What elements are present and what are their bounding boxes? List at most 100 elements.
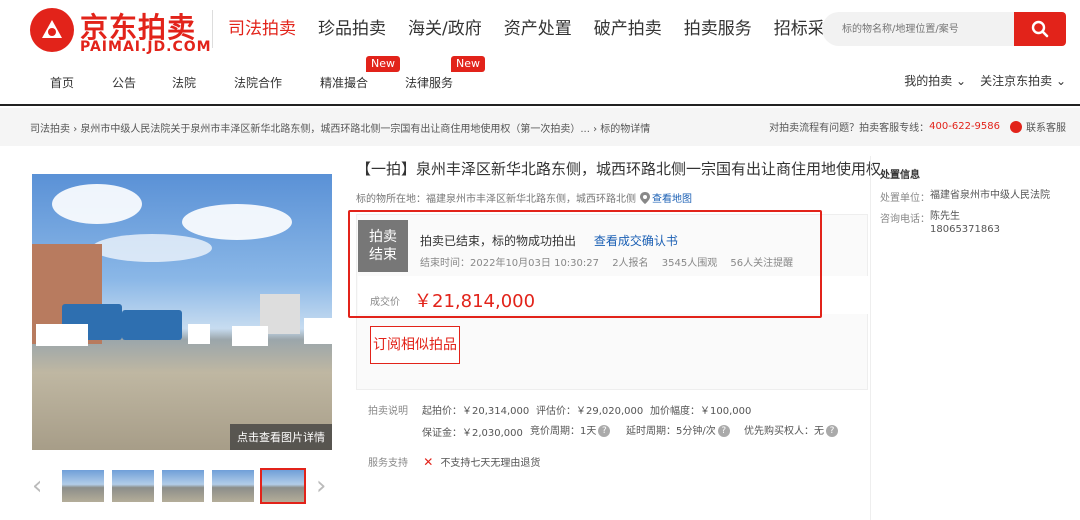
service-note: 不支持七天无理由退货 <box>440 458 541 469</box>
thumbnail[interactable] <box>112 470 154 502</box>
nav-customs-government[interactable]: 海关/政府 <box>408 14 482 44</box>
photo-cloud <box>182 204 292 240</box>
breadcrumb-root[interactable]: 司法拍卖 <box>30 124 70 135</box>
logo-icon <box>30 8 74 52</box>
deposit: 保证金：￥2,030,000 <box>422 428 523 439</box>
contact-phone: 18065371863 <box>930 224 1000 235</box>
nav-divider <box>212 10 213 48</box>
subnav-notice[interactable]: 公告 <box>112 74 136 91</box>
photo-redaction <box>188 324 210 344</box>
terms-label-text: 拍卖说明 <box>368 406 408 417</box>
bid-cycle-text: 竞价周期：1天 <box>530 426 597 437</box>
disposal-info: 处置信息 处置单位： 福建省泉州市中级人民法院 咨询电话： 陈先生 180653… <box>880 166 1060 242</box>
extension-cycle: 延时周期：5分钟/次? <box>626 422 730 437</box>
subnav-home[interactable]: 首页 <box>50 74 74 91</box>
breadcrumb-bar: 司法拍卖 › 泉州市中级人民法院关于泉州市丰泽区新华北路东侧，城西环路北侧一宗国… <box>0 108 1080 146</box>
thumbnail-strip: ‹ › <box>32 468 332 508</box>
user-links: 我的拍卖 ⌄ 关注京东拍卖 ⌄ <box>904 72 1066 89</box>
terms-label: 拍卖说明 <box>368 402 408 417</box>
bid-increment: 加价幅度：￥100,000 <box>650 406 752 417</box>
chevron-left-icon[interactable]: ‹ <box>32 472 42 500</box>
breadcrumb-current: 标的物详情 <box>600 124 651 135</box>
chevron-right-icon[interactable]: › <box>316 472 326 500</box>
help-icon[interactable]: ? <box>826 425 838 437</box>
appraisal-price: 评估价：￥29,020,000 <box>536 406 644 417</box>
my-auction-dropdown[interactable]: 我的拍卖 ⌄ <box>904 72 966 89</box>
contact-value: 陈先生 18065371863 <box>930 210 1050 236</box>
lot-title: 【一拍】泉州丰泽区新华北路东侧，城西环路北侧一宗国有出让商住用地使用权 <box>356 160 882 178</box>
disposal-head: 处置信息 <box>880 170 920 181</box>
subnav-precise-matching-label: 精准撮合 <box>320 76 369 90</box>
highlight-box <box>348 210 822 318</box>
contact-service-label: 联系客服 <box>1026 123 1066 134</box>
nav-asset-disposal[interactable]: 资产处置 <box>504 14 572 44</box>
photo-detail-caption[interactable]: 点击查看图片详情 <box>230 424 332 450</box>
disposal-unit-value: 福建省泉州市中级人民法院 <box>930 190 1050 201</box>
sidebar-divider <box>870 156 871 520</box>
follow-label: 关注京东拍卖 <box>980 74 1053 88</box>
chevron-down-icon: ⌄ <box>956 74 967 88</box>
breadcrumb-item[interactable]: 泉州市中级人民法院关于泉州市丰泽区新华北路东侧，城西环路北侧一宗国有出让商住用地… <box>80 124 590 135</box>
search-button[interactable] <box>1014 12 1066 46</box>
breadcrumb: 司法拍卖 › 泉州市中级人民法院关于泉州市丰泽区新华北路东侧，城西环路北侧一宗国… <box>30 120 650 135</box>
service-support: 服务支持 ✕ 不支持七天无理由退货 <box>368 454 540 469</box>
view-map-label: 查看地图 <box>652 194 692 205</box>
customer-service-info: 对拍卖流程有问题？拍卖客服专线： 400-622-9586 联系客服 <box>769 119 1066 134</box>
chevron-down-icon: ⌄ <box>1055 74 1066 88</box>
priority-buyer-text: 优先购买权人：无 <box>744 426 824 437</box>
site-header: 京东拍卖 PAIMAI.JD.COM 司法拍卖 珍品拍卖 海关/政府 资产处置 … <box>0 0 1080 106</box>
subnav-court[interactable]: 法院 <box>172 74 196 91</box>
photo-cloud <box>52 184 142 224</box>
subnav-court-cooperation[interactable]: 法院合作 <box>234 74 282 91</box>
thumbnail[interactable] <box>212 470 254 502</box>
photo-bus <box>122 310 182 340</box>
thumbnail[interactable] <box>162 470 204 502</box>
customer-service-icon <box>1010 120 1022 133</box>
search-icon <box>1031 20 1049 38</box>
sub-nav: 首页 公告 法院 法院合作 精准撮合 New 法律服务 New 我的拍卖 ⌄ 关… <box>0 56 1080 102</box>
service-label: 服务支持 <box>368 458 408 469</box>
location-value: 福建泉州市丰泽区新华北路东侧，城西环路北侧 <box>426 194 636 205</box>
priority-buyer: 优先购买权人：无? <box>744 422 838 437</box>
lot-location: 标的物所在地： 福建泉州市丰泽区新华北路东侧，城西环路北侧 查看地图 <box>356 190 692 205</box>
subnav-precise-matching[interactable]: 精准撮合 New <box>320 56 400 91</box>
logo-text-en: PAIMAI.JD.COM <box>80 39 212 55</box>
jd-paimai-logo[interactable]: 京东拍卖 PAIMAI.JD.COM <box>30 6 211 55</box>
main-photo[interactable]: 点击查看图片详情 <box>32 174 332 450</box>
help-icon[interactable]: ? <box>717 425 730 437</box>
location-label: 标的物所在地： <box>356 194 426 205</box>
bid-cycle: 竞价周期：1天? <box>530 422 611 437</box>
thumbnail-selected[interactable] <box>260 468 306 504</box>
nav-bankruptcy-auction[interactable]: 破产拍卖 <box>594 14 662 44</box>
close-icon: ✕ <box>423 455 434 469</box>
nav-auction-service[interactable]: 拍卖服务 <box>684 14 752 44</box>
search-input[interactable] <box>822 12 1022 46</box>
map-pin-icon <box>640 191 650 204</box>
contact-row: 咨询电话： 陈先生 18065371863 <box>880 210 1060 236</box>
new-badge: New <box>366 56 400 72</box>
disposal-unit-row: 处置单位： 福建省泉州市中级人民法院 <box>880 189 1060 204</box>
extension-cycle-text: 延时周期：5分钟/次 <box>626 426 716 437</box>
thumbnail[interactable] <box>62 470 104 502</box>
disposal-unit-label: 处置单位： <box>880 193 930 204</box>
hotline-number: 400-622-9586 <box>929 121 1000 132</box>
contact-service-link[interactable]: 联系客服 <box>1010 119 1066 134</box>
subnav-legal-service[interactable]: 法律服务 New <box>405 56 485 91</box>
start-price: 起拍价：￥20,314,000 <box>422 406 530 417</box>
nav-treasure-auction[interactable]: 珍品拍卖 <box>318 14 386 44</box>
main-nav: 司法拍卖 珍品拍卖 海关/政府 资产处置 破产拍卖 拍卖服务 招标采购 <box>212 10 864 48</box>
photo-redaction <box>232 326 268 346</box>
contact-name: 陈先生 <box>930 211 960 222</box>
help-icon[interactable]: ? <box>598 425 611 437</box>
subscribe-similar-button[interactable]: 订阅相似拍品 <box>370 326 460 364</box>
new-badge: New <box>451 56 485 72</box>
subnav-legal-service-label: 法律服务 <box>405 76 454 90</box>
search-bar <box>822 12 1066 46</box>
help-text: 对拍卖流程有问题？拍卖客服专线： <box>769 123 930 134</box>
nav-judicial-auction[interactable]: 司法拍卖 <box>228 14 296 44</box>
follow-jd-auction-dropdown[interactable]: 关注京东拍卖 ⌄ <box>980 72 1066 89</box>
phone-label: 咨询电话： <box>880 214 930 225</box>
my-auction-label: 我的拍卖 <box>904 74 953 88</box>
photo-cloud <box>92 234 212 262</box>
view-map-link[interactable]: 查看地图 <box>640 190 692 205</box>
